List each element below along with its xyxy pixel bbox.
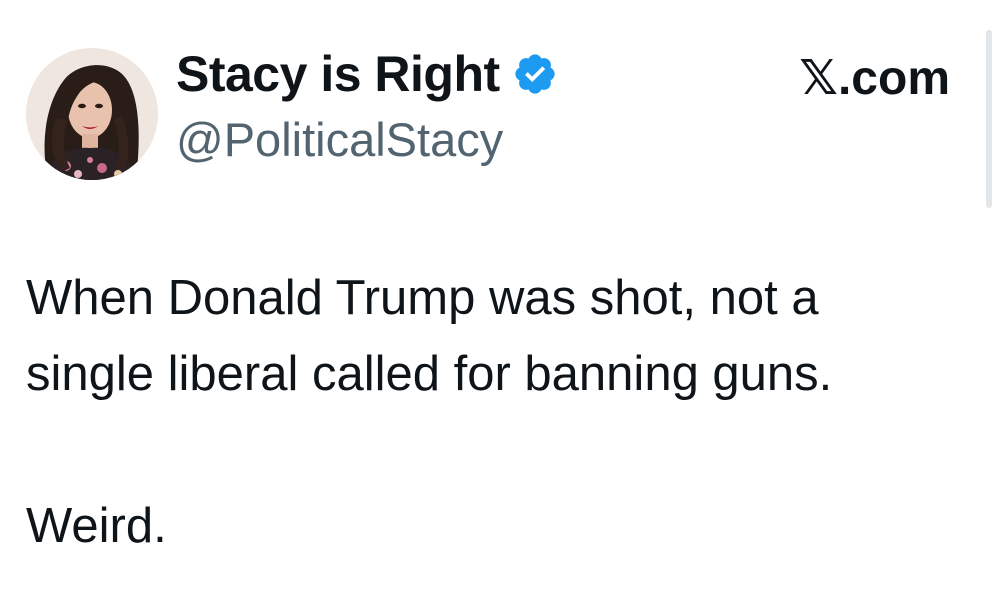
display-name-row: Stacy is Right — [176, 42, 558, 106]
tweet-text: When Donald Trump was shot, not a single… — [26, 260, 976, 564]
tweet-line: single liberal called for banning guns. — [26, 347, 833, 401]
display-name[interactable]: Stacy is Right — [176, 45, 500, 103]
source-label: 𝕏 .com — [799, 50, 950, 106]
tweet-line: Weird. — [26, 499, 167, 553]
tweet-line: When Donald Trump was shot, not a — [26, 271, 819, 325]
scrollbar[interactable] — [986, 30, 992, 208]
avatar[interactable] — [26, 48, 158, 180]
verified-check-icon[interactable] — [512, 51, 558, 97]
x-logo-icon: 𝕏 — [799, 50, 838, 106]
source-suffix: .com — [837, 51, 950, 105]
user-handle[interactable]: @PoliticalStacy — [176, 112, 503, 167]
tweet-card: Stacy is Right @PoliticalStacy 𝕏 .com Whe… — [0, 0, 1000, 615]
